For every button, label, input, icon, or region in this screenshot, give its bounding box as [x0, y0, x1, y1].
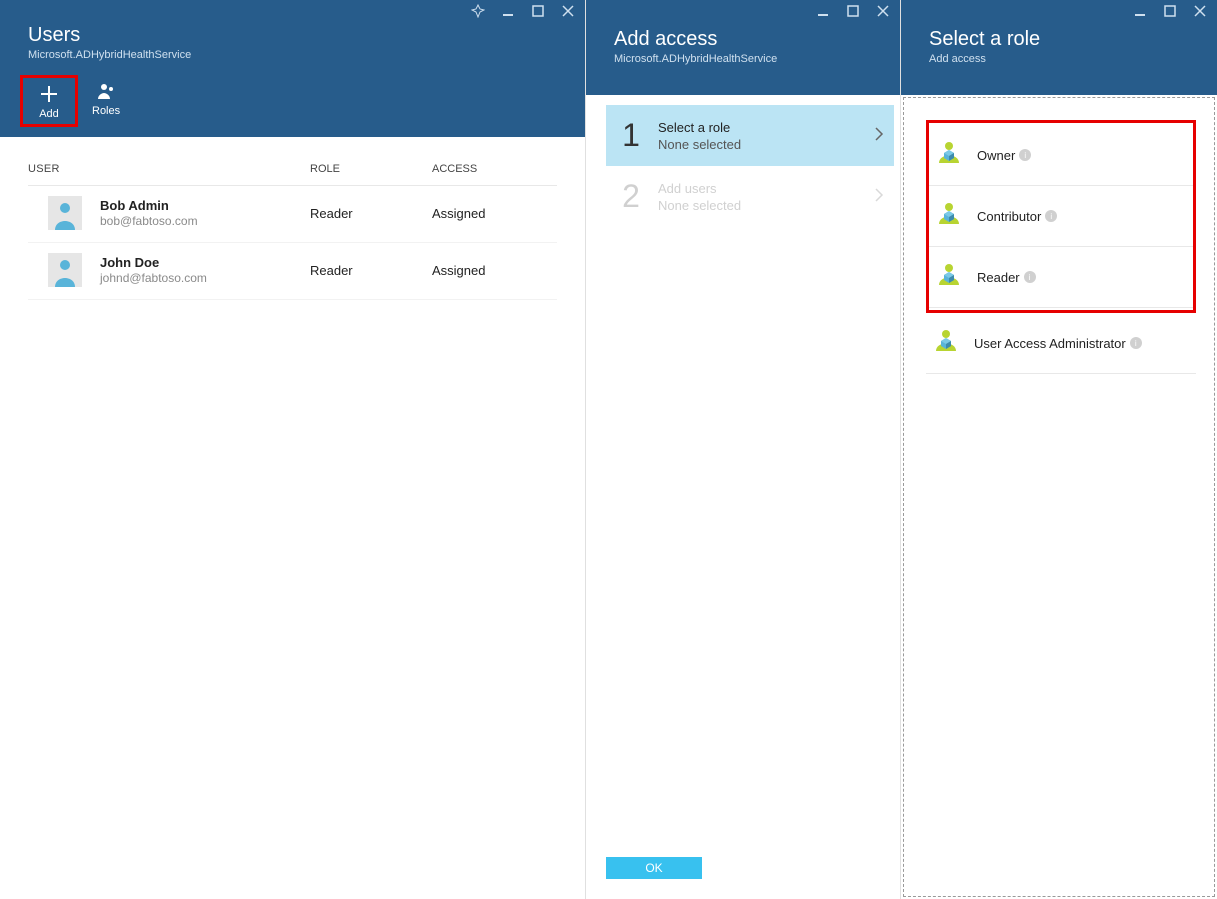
window-controls: [1133, 4, 1207, 18]
minimize-icon[interactable]: [501, 4, 515, 18]
step-title: Select a role: [658, 120, 874, 135]
role-list: Owner i Contributor i Reader i: [904, 120, 1214, 374]
select-role-body: Owner i Contributor i Reader i: [903, 97, 1215, 897]
avatar: [48, 196, 82, 230]
step-sub: None selected: [658, 198, 874, 213]
role-label: User Access Administrator: [974, 336, 1126, 351]
table-row[interactable]: Bob Admin bob@fabtoso.com Reader Assigne…: [28, 186, 557, 243]
role-reader[interactable]: Reader i: [929, 247, 1193, 308]
user-email: bob@fabtoso.com: [100, 214, 310, 228]
user-info: Bob Admin bob@fabtoso.com: [100, 198, 310, 228]
users-subtitle: Microsoft.ADHybridHealthService: [28, 49, 585, 61]
user-access: Assigned: [432, 206, 557, 221]
select-role-blade: Select a role Add access Owner i Contrib…: [901, 0, 1217, 899]
plus-icon: [37, 82, 61, 106]
select-role-title: Select a role: [929, 28, 1217, 51]
maximize-icon[interactable]: [531, 4, 545, 18]
select-role-subtitle: Add access: [929, 53, 1217, 65]
add-access-header: Add access Microsoft.ADHybridHealthServi…: [586, 0, 900, 95]
add-label: Add: [39, 108, 59, 120]
user-name: Bob Admin: [100, 198, 310, 213]
users-body: USER ROLE ACCESS Bob Admin bob@fabtoso.c…: [0, 137, 585, 899]
roles-label: Roles: [92, 105, 120, 117]
roles-button[interactable]: Roles: [78, 75, 134, 127]
info-icon[interactable]: i: [1019, 149, 1031, 161]
role-icon: [935, 202, 963, 230]
role-owner[interactable]: Owner i: [929, 125, 1193, 186]
window-controls: [816, 4, 890, 18]
user-email: johnd@fabtoso.com: [100, 271, 310, 285]
col-user-header: USER: [28, 163, 310, 175]
info-icon[interactable]: i: [1024, 271, 1036, 283]
role-icon: [935, 141, 963, 169]
step-list: 1 Select a role None selected 2 Add user…: [586, 95, 900, 227]
col-access-header: ACCESS: [432, 163, 557, 175]
role-icon: [935, 263, 963, 291]
step-number: 1: [614, 117, 648, 154]
add-button[interactable]: Add: [20, 75, 78, 127]
close-icon[interactable]: [561, 4, 575, 18]
role-label: Owner: [977, 148, 1015, 163]
role-label: Contributor: [977, 209, 1041, 224]
maximize-icon[interactable]: [846, 4, 860, 18]
col-role-header: ROLE: [310, 163, 432, 175]
users-title: Users: [28, 24, 585, 47]
info-icon[interactable]: i: [1130, 337, 1142, 349]
step-sub: None selected: [658, 137, 874, 152]
select-role-header: Select a role Add access: [901, 0, 1217, 95]
users-table-head: USER ROLE ACCESS: [28, 157, 557, 186]
ok-button[interactable]: OK: [606, 857, 702, 879]
user-info: John Doe johnd@fabtoso.com: [100, 255, 310, 285]
chevron-right-icon: [874, 187, 884, 206]
user-role: Reader: [310, 263, 432, 278]
step-text: Add users None selected: [658, 181, 874, 213]
role-label: Reader: [977, 270, 1020, 285]
users-header: Users Microsoft.ADHybridHealthService Ad…: [0, 0, 585, 137]
minimize-icon[interactable]: [816, 4, 830, 18]
maximize-icon[interactable]: [1163, 4, 1177, 18]
minimize-icon[interactable]: [1133, 4, 1147, 18]
user-name: John Doe: [100, 255, 310, 270]
add-access-subtitle: Microsoft.ADHybridHealthService: [614, 53, 900, 65]
role-contributor[interactable]: Contributor i: [929, 186, 1193, 247]
window-controls: [471, 4, 575, 18]
users-table: USER ROLE ACCESS Bob Admin bob@fabtoso.c…: [0, 137, 585, 300]
pin-icon[interactable]: [471, 4, 485, 18]
step-number: 2: [614, 178, 648, 215]
step-add-users[interactable]: 2 Add users None selected: [606, 166, 894, 227]
user-role: Reader: [310, 206, 432, 221]
ok-bar: OK: [586, 857, 900, 899]
roles-icon: [94, 79, 118, 103]
step-select-role[interactable]: 1 Select a role None selected: [606, 105, 894, 166]
highlighted-role-group: Owner i Contributor i Reader i: [926, 120, 1196, 313]
info-icon[interactable]: i: [1045, 210, 1057, 222]
avatar: [48, 253, 82, 287]
close-icon[interactable]: [1193, 4, 1207, 18]
add-access-body: 1 Select a role None selected 2 Add user…: [586, 95, 900, 857]
chevron-right-icon: [874, 126, 884, 145]
close-icon[interactable]: [876, 4, 890, 18]
step-text: Select a role None selected: [658, 120, 874, 152]
table-row[interactable]: John Doe johnd@fabtoso.com Reader Assign…: [28, 243, 557, 300]
step-title: Add users: [658, 181, 874, 196]
users-blade: Users Microsoft.ADHybridHealthService Ad…: [0, 0, 586, 899]
add-access-blade: Add access Microsoft.ADHybridHealthServi…: [586, 0, 901, 899]
user-access: Assigned: [432, 263, 557, 278]
role-user-access-administrator[interactable]: User Access Administrator i: [926, 313, 1196, 374]
add-access-title: Add access: [614, 28, 900, 51]
role-icon: [932, 329, 960, 357]
users-toolbar: Add Roles: [0, 65, 585, 137]
